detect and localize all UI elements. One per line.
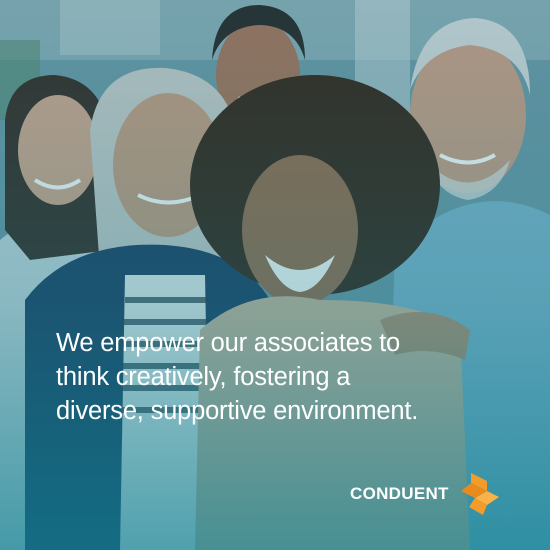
teal-overlay — [0, 0, 550, 550]
social-post-card: We empower our associates to think creat… — [0, 0, 550, 550]
brand-name: CONDUENT — [350, 484, 449, 503]
brand-lockup: CONDUENT — [350, 470, 501, 518]
conduent-logo-icon — [460, 473, 499, 515]
headline-text: We empower our associates to think creat… — [56, 329, 419, 425]
